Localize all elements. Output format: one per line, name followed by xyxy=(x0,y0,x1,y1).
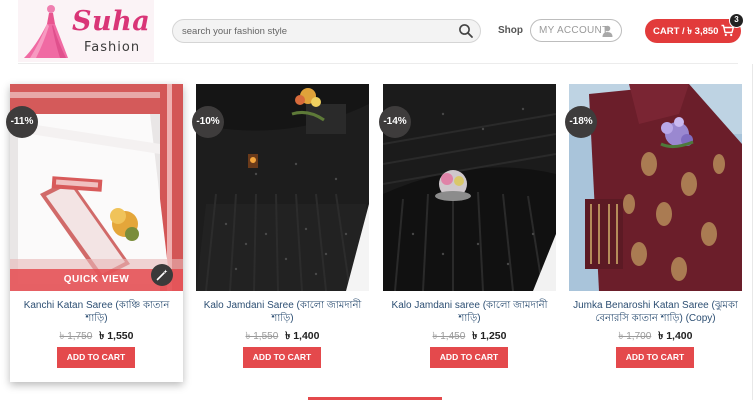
shop-link[interactable]: Shop xyxy=(498,25,523,36)
add-to-cart-button[interactable]: ADD TO CART xyxy=(616,347,694,368)
search-icon[interactable] xyxy=(458,23,474,39)
user-icon xyxy=(602,25,613,37)
header-divider xyxy=(18,63,738,64)
magic-wand-icon xyxy=(156,269,168,281)
old-price: ৳ 1,700 xyxy=(618,331,652,342)
site-header: Suha Fashion Shop MY ACCOUNT CART / ৳ 3,… xyxy=(0,0,756,64)
search-bar xyxy=(172,19,481,43)
dress-logo-icon xyxy=(24,5,68,58)
magic-wand-button[interactable] xyxy=(151,264,173,286)
product-title[interactable]: Kalo Jamdani saree (কালো জামদানী শাড়ি) xyxy=(387,299,552,325)
site-logo[interactable]: Suha Fashion xyxy=(18,0,154,62)
product-title[interactable]: Kanchi Katan Saree (কাঞ্চি কাতান শাড়ি) xyxy=(14,299,179,325)
cart-label: CART / ৳ 3,850 xyxy=(653,26,719,37)
logo-title: Suha xyxy=(72,6,151,37)
product-price: ৳ 1,750 ৳ 1,550 xyxy=(10,329,183,346)
logo-subtitle: Fashion xyxy=(84,40,141,55)
sale-price: ৳ 1,250 xyxy=(472,330,507,342)
product-price: ৳ 1,550 ৳ 1,400 xyxy=(196,329,369,346)
product-title[interactable]: Kalo Jamdani Saree (কালো জামদানী শাড়ি) xyxy=(200,299,365,325)
product-title[interactable]: Jumka Benaroshi Katan Saree (ঝুমকা বেনার… xyxy=(573,299,738,325)
product-card[interactable]: -14% Kalo Jamdani saree (কালো জামদানী শা… xyxy=(379,84,556,382)
search-input[interactable] xyxy=(182,23,452,40)
old-price: ৳ 1,450 xyxy=(432,331,466,342)
page-edge-divider xyxy=(752,64,753,400)
cart-button[interactable]: CART / ৳ 3,850 3 xyxy=(645,13,744,43)
old-price: ৳ 1,750 xyxy=(59,331,93,342)
cart-count-badge: 3 xyxy=(729,13,744,28)
discount-badge: -10% xyxy=(192,106,224,138)
add-to-cart-button[interactable]: ADD TO CART xyxy=(430,347,508,368)
old-price: ৳ 1,550 xyxy=(245,331,279,342)
product-price: ৳ 1,700 ৳ 1,400 xyxy=(569,329,742,346)
discount-badge: -11% xyxy=(6,106,38,138)
my-account-label: MY ACCOUNT xyxy=(539,25,609,36)
product-card[interactable]: -11% QUICK VIEW Kanchi Katan Saree (কাঞ্… xyxy=(6,84,183,382)
add-to-cart-button[interactable]: ADD TO CART xyxy=(57,347,135,368)
product-price: ৳ 1,450 ৳ 1,250 xyxy=(383,329,556,346)
product-card[interactable]: -18% Jumka Benaroshi Katan Saree (ঝুমকা … xyxy=(565,84,742,382)
sale-price: ৳ 1,550 xyxy=(99,330,134,342)
add-to-cart-button[interactable]: ADD TO CART xyxy=(243,347,321,368)
my-account-button[interactable]: MY ACCOUNT xyxy=(530,19,622,42)
product-card[interactable]: -10% Kalo Jamdani Saree (কালো জামদানী শা… xyxy=(192,84,369,382)
discount-badge: -18% xyxy=(565,106,597,138)
discount-badge: -14% xyxy=(379,106,411,138)
sale-price: ৳ 1,400 xyxy=(285,330,320,342)
sale-price: ৳ 1,400 xyxy=(658,330,693,342)
